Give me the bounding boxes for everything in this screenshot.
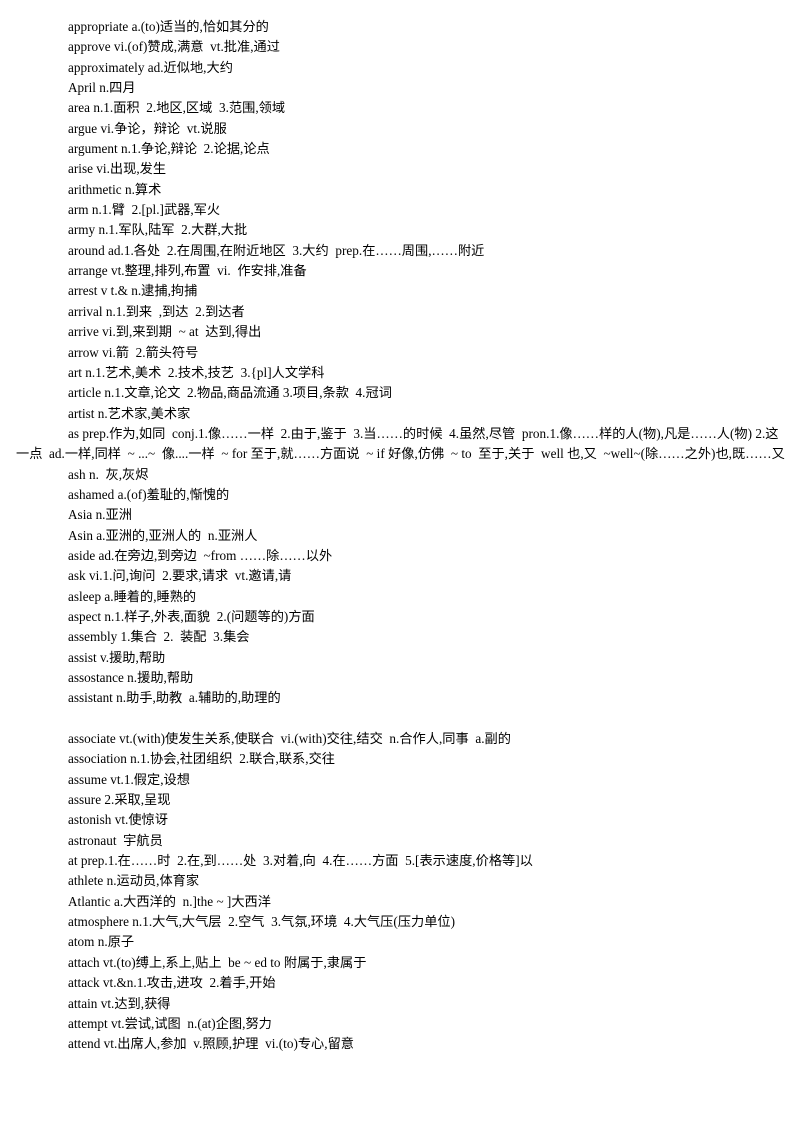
- vocabulary-entry: astonish vt.使惊讶: [68, 812, 168, 828]
- vocabulary-entry: assostance n.援助,帮助: [68, 670, 194, 685]
- vocabulary-entry: Asia n.亚洲: [68, 507, 132, 523]
- vocabulary-entry: assist v.援助,帮助: [68, 649, 166, 665]
- vocabulary-entry: asleep a.睡着的,睡熟的: [68, 588, 197, 604]
- vocabulary-entry: appropriate a.(to)适当的,恰如其分的: [68, 19, 269, 34]
- vocabulary-entry: attain vt.达到,获得: [68, 995, 171, 1011]
- vocabulary-entry: art n.1.艺术,美术 2.技术,技艺 3.{pl]人文学科: [68, 364, 325, 380]
- vocabulary-entry: astronaut 宇航员: [68, 832, 163, 848]
- vocabulary-entry: Asin a.亚洲的,亚洲人的 n.亚洲人: [68, 527, 258, 543]
- document-page: appropriate a.(to)适当的,恰如其分的 approve vi.(o…: [0, 0, 794, 1123]
- vocabulary-entry: arrest v t.& n.逮捕,拘捕: [68, 283, 198, 299]
- vocabulary-entry: ashamed a.(of)羞耻的,惭愧的: [68, 486, 230, 502]
- vocabulary-entry: Atlantic a.大西洋的 n.]the ~ ]大西洋: [68, 893, 271, 909]
- vocabulary-entry: ash n. 灰,灰烬: [68, 466, 149, 482]
- vocabulary-entry: argue vi.争论，辩论 vt.说服: [68, 120, 227, 136]
- vocabulary-entry: arm n.1.臂 2.[pl.]武器,军火: [68, 202, 221, 218]
- vocabulary-entry: attach vt.(to)缚上,系上,贴上 be ~ ed to 附属于,隶属…: [68, 954, 367, 970]
- vocabulary-entry: April n.四月: [68, 80, 136, 96]
- vocabulary-entry: ask vi.1.问,询问 2.要求,请求 vt.邀请,请: [68, 568, 292, 584]
- vocabulary-entry: around ad.1.各处 2.在周围,在附近地区 3.大约 prep.在………: [68, 242, 485, 258]
- vocabulary-entry: associate vt.(with)使发生关系,使联合 vi.(with)交往…: [68, 731, 511, 747]
- vocabulary-entry: aside ad.在旁边,到旁边 ~from ……除……以外: [68, 547, 333, 563]
- vocabulary-entry: argument n.1.争论,辩论 2.论据,论点: [68, 141, 270, 157]
- vocabulary-entry: assume vt.1.假定,设想: [68, 771, 190, 787]
- vocabulary-entry: atom n.原子: [68, 934, 135, 950]
- vocabulary-entry: arise vi.出现,发生: [68, 161, 167, 177]
- vocabulary-entry: attempt vt.尝试,试图 n.(at)企图,努力: [68, 1015, 272, 1031]
- vocabulary-entry: article n.1.文章,论文 2.物品,商品流通 3.项目,条款 4.冠词: [68, 385, 392, 401]
- vocabulary-entry: arrow vi.箭 2.箭头符号: [68, 344, 199, 360]
- vocabulary-entry: aspect n.1.样子,外表,面貌 2.(问题等的)方面: [68, 608, 315, 624]
- vocabulary-entry: assure 2.采取,呈现: [68, 792, 171, 808]
- vocabulary-entry-list: appropriate a.(to)适当的,恰如其分的 approve vi.(o…: [8, 17, 786, 1055]
- vocabulary-entry: atmosphere n.1.大气,大气层 2.空气 3.气氛,环境 4.大气压…: [68, 914, 456, 930]
- vocabulary-entry: assembly 1.集合 2. 装配 3.集会: [68, 629, 250, 645]
- vocabulary-entry: attack vt.&n.1.攻击,进攻 2.着手,开始: [68, 975, 276, 991]
- vocabulary-entry: athlete n.运动员,体育家: [68, 873, 200, 889]
- vocabulary-entry: area n.1.面积 2.地区,区域 3.范围,领域: [68, 100, 286, 116]
- vocabulary-entry: assistant n.助手,助教 a.辅助的,助理的: [68, 690, 281, 706]
- vocabulary-entry: approve vi.(of)赞成,满意 vt.批准,通过: [68, 39, 280, 55]
- vocabulary-entry: army n.1.军队,陆军 2.大群,大批: [68, 222, 248, 238]
- vocabulary-entry: association n.1.协会,社团组织 2.联合,联系,交往: [68, 751, 335, 767]
- vocabulary-entry: approximately ad.近似地,大约: [68, 59, 233, 75]
- vocabulary-entry: arrange vt.整理,排列,布置 vi. 作安排,准备: [68, 263, 307, 279]
- vocabulary-entry: arithmetic n.算术: [68, 181, 162, 197]
- vocabulary-entry: arrive vi.到,来到期 ~ at 达到,得出: [68, 324, 262, 340]
- vocabulary-entry: arrival n.1.到来 ,到达 2.到达者: [68, 303, 245, 319]
- vocabulary-entry: as prep.作为,如同 conj.1.像……一样 2.由于,鉴于 3.当………: [16, 425, 785, 462]
- vocabulary-entry: at prep.1.在……时 2.在,到……处 3.对着,向 4.在……方面 5…: [68, 853, 533, 869]
- vocabulary-entry: attend vt.出席人,参加 v.照顾,护理 vi.(to)专心,留意: [68, 1036, 354, 1052]
- vocabulary-entry: artist n.艺术家,美术家: [68, 405, 191, 421]
